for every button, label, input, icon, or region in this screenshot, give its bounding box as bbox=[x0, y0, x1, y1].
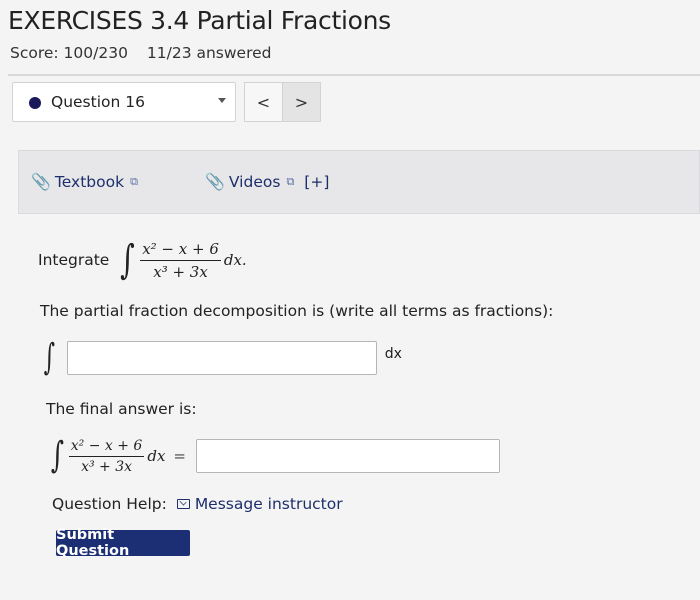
pfd-answer-row: ∫ dx bbox=[40, 336, 402, 380]
prev-question-button[interactable]: < bbox=[245, 83, 282, 121]
textbook-label: Textbook bbox=[54, 172, 125, 191]
integral-sign-icon: ∫ bbox=[120, 237, 136, 283]
question-help-label: Question Help: bbox=[52, 495, 167, 513]
paperclip-icon: 📎 bbox=[205, 172, 225, 191]
equals-sign: = bbox=[173, 447, 186, 465]
integral-sign-icon: ∫ bbox=[50, 435, 64, 476]
pfd-prompt: The partial fraction decomposition is (w… bbox=[40, 302, 554, 320]
question-select[interactable]: Question 16 bbox=[12, 82, 236, 122]
page: EXERCISES 3.4 Partial Fractions Score: 1… bbox=[0, 0, 700, 600]
question-help: Question Help: Message instructor bbox=[52, 495, 343, 513]
pfd-dx: dx bbox=[384, 346, 402, 362]
integrand-numerator: x² − x + 6 bbox=[140, 240, 221, 261]
mail-icon bbox=[176, 499, 190, 509]
status-dot-icon bbox=[29, 97, 41, 109]
videos-link[interactable]: 📎 Videos ⧉ [+] bbox=[205, 172, 329, 191]
page-title: EXERCISES 3.4 Partial Fractions bbox=[8, 6, 391, 35]
divider bbox=[8, 74, 700, 76]
next-question-button[interactable]: > bbox=[282, 83, 320, 121]
final-dx: dx bbox=[147, 447, 166, 465]
integrand-denominator: x³ + 3x bbox=[153, 262, 208, 281]
final-integrand-denominator: x³ + 3x bbox=[81, 458, 133, 475]
final-answer-input[interactable] bbox=[195, 439, 500, 473]
score-text: Score: 100/230 bbox=[10, 44, 128, 62]
final-integrand-fraction: x² − x + 6 x³ + 3x bbox=[68, 438, 145, 475]
integrand-fraction: x² − x + 6 x³ + 3x bbox=[140, 240, 221, 281]
paperclip-icon: 📎 bbox=[31, 172, 51, 191]
final-answer-row: ∫ x² − x + 6 x³ + 3x dx = bbox=[48, 430, 500, 482]
final-integrand-numerator: x² − x + 6 bbox=[68, 438, 145, 457]
textbook-link[interactable]: 📎 Textbook ⧉ bbox=[31, 172, 138, 191]
answered-count: 11/23 answered bbox=[146, 44, 272, 62]
score-row: Score: 100/230 11/23 answered bbox=[10, 44, 272, 62]
videos-expand-toggle[interactable]: [+] bbox=[304, 173, 329, 191]
caret-down-icon bbox=[218, 98, 226, 103]
final-prompt: The final answer is: bbox=[46, 400, 197, 418]
pfd-input[interactable] bbox=[66, 341, 377, 375]
integrate-statement: Integrate ∫ x² − x + 6 x³ + 3x dx. bbox=[38, 232, 247, 288]
integral-sign-icon: ∫ bbox=[43, 337, 56, 378]
resources-bar: 📎 Textbook ⧉ 📎 Videos ⧉ [+] bbox=[18, 150, 700, 214]
external-link-icon: ⧉ bbox=[286, 174, 295, 188]
question-select-label: Question 16 bbox=[51, 93, 145, 111]
message-instructor-link[interactable]: Message instructor bbox=[195, 495, 343, 513]
integrand-dx: dx. bbox=[223, 251, 247, 269]
integrate-label: Integrate bbox=[38, 251, 110, 269]
external-link-icon: ⧉ bbox=[130, 174, 138, 188]
question-nav-buttons: < > bbox=[244, 82, 321, 122]
submit-question-button[interactable]: Submit Question bbox=[56, 527, 190, 559]
videos-label: Videos bbox=[228, 172, 281, 191]
